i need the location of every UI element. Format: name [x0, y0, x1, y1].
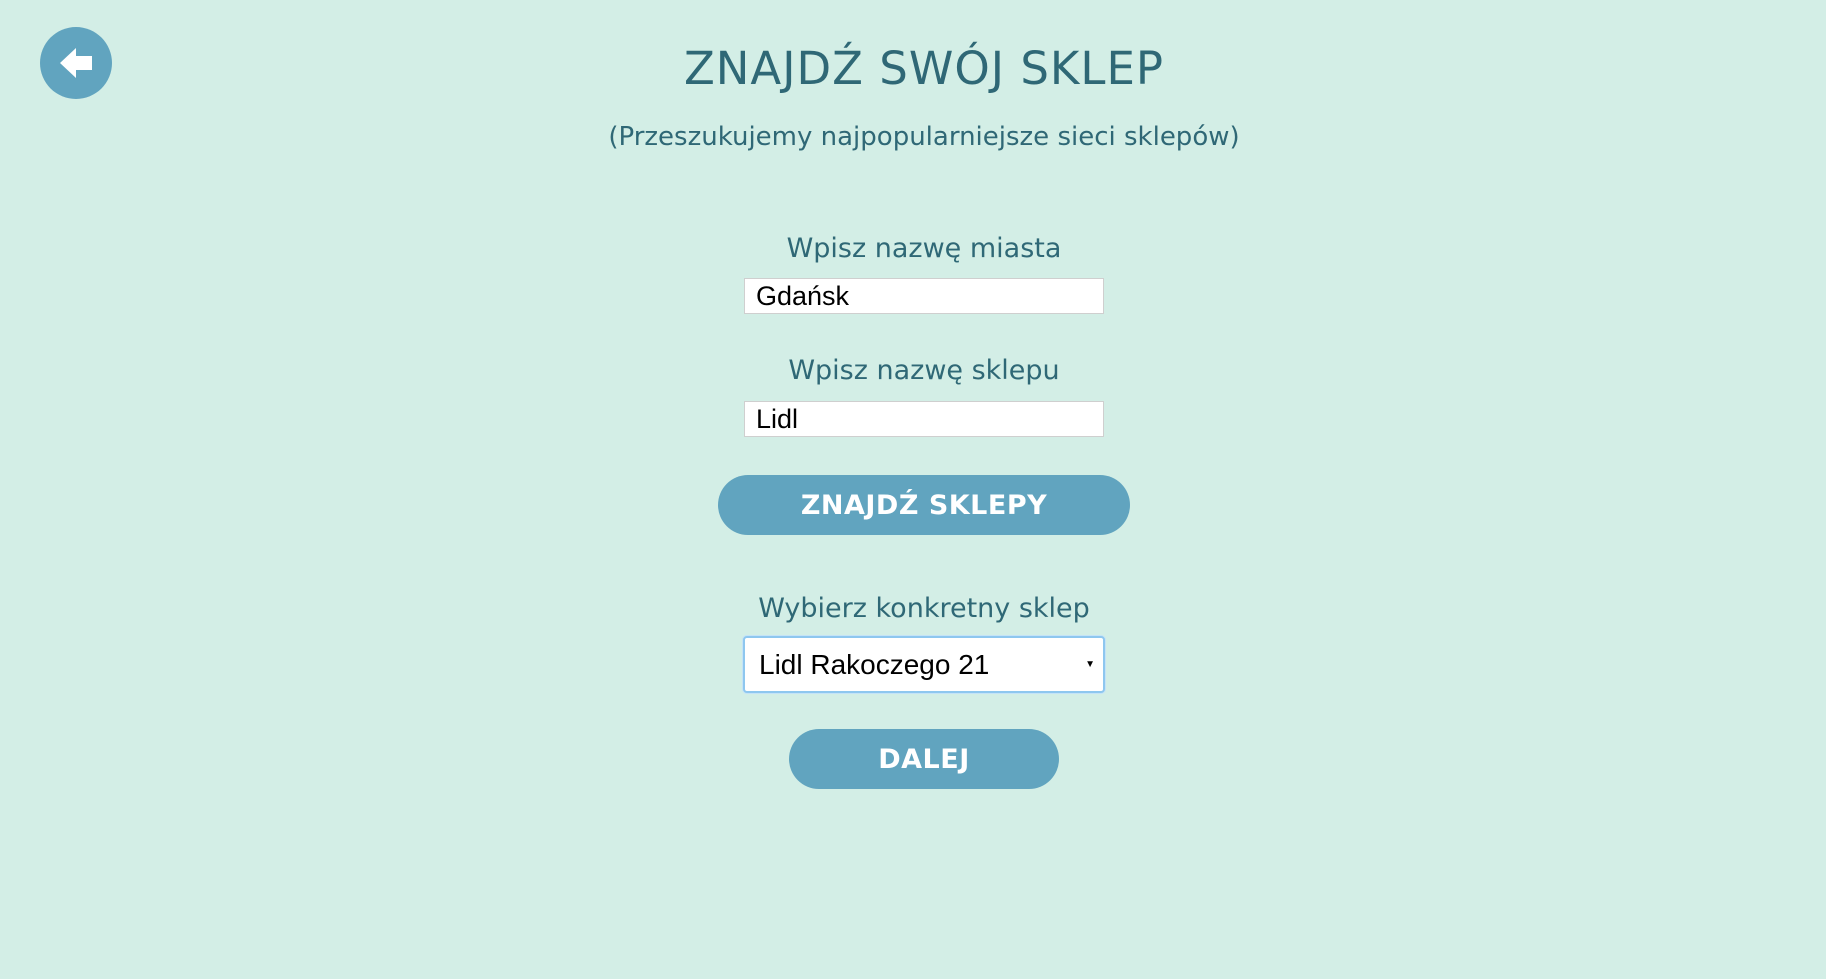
find-stores-button[interactable]: ZNAJDŹ SKLEPY: [718, 475, 1130, 535]
next-button[interactable]: DALEJ: [789, 729, 1059, 789]
city-input[interactable]: [744, 278, 1104, 314]
store-select-value: Lidl Rakoczego 21: [759, 648, 990, 680]
store-input[interactable]: [744, 401, 1104, 437]
dropdown-arrow-icon: ▼: [1085, 659, 1095, 670]
page-subtitle: (Przeszukujemy najpopularniejsze sieci s…: [608, 122, 1240, 152]
store-select[interactable]: Lidl Rakoczego 21 ▼: [743, 636, 1105, 693]
store-label: Wpisz nazwę sklepu: [788, 355, 1060, 386]
select-store-label: Wybierz konkretny sklep: [758, 593, 1090, 624]
city-label: Wpisz nazwę miasta: [786, 233, 1062, 264]
store-finder-page: ZNAJDŹ SWÓJ SKLEP (Przeszukujemy najpopu…: [0, 0, 1826, 979]
page-title: ZNAJDŹ SWÓJ SKLEP: [683, 42, 1165, 95]
